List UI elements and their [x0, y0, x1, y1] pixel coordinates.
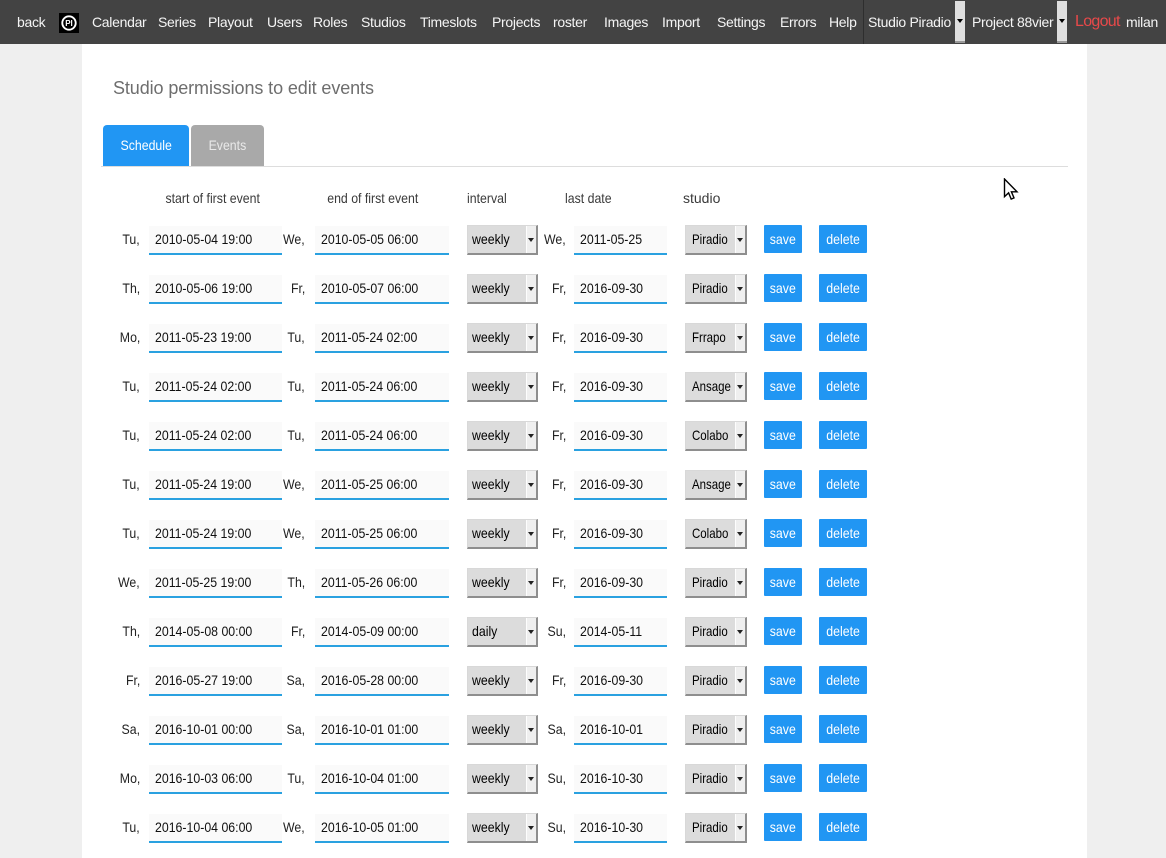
svg-text:PI: PI	[65, 19, 73, 28]
